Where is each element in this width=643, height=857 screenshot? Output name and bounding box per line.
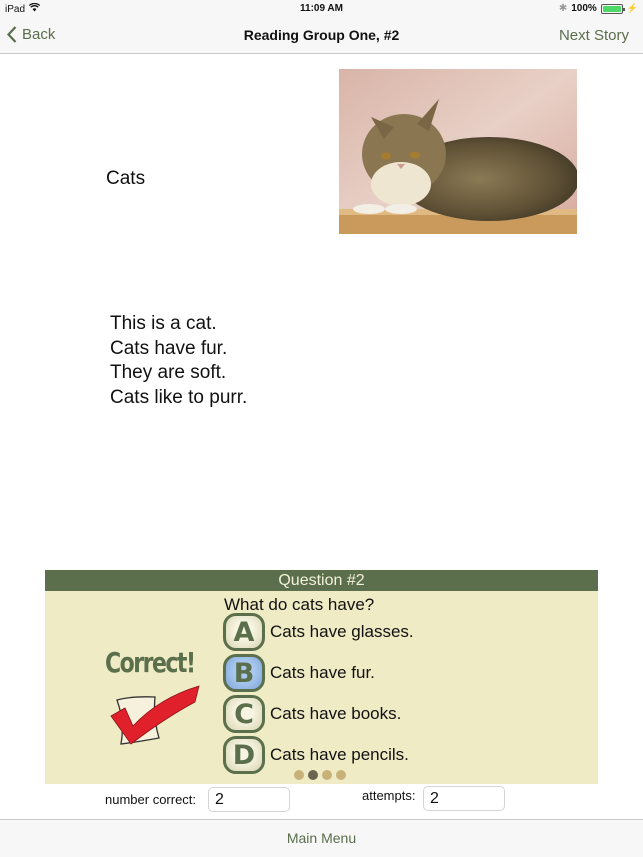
status-right: ✱ 100% ⚡ — [559, 3, 638, 14]
story-line: Cats like to purr. — [110, 386, 248, 408]
answer-option-c[interactable]: C Cats have books. — [223, 695, 401, 733]
bottom-toolbar: Main Menu — [0, 819, 643, 857]
charging-icon: ⚡ — [626, 3, 638, 13]
status-time: 11:09 AM — [300, 3, 343, 14]
number-correct-label: number correct: — [105, 792, 197, 807]
attempts-field[interactable]: 2 — [423, 786, 505, 811]
number-correct-field[interactable]: 2 — [208, 787, 290, 812]
page-dot[interactable] — [336, 770, 346, 780]
page-dot[interactable] — [294, 770, 304, 780]
page-dot[interactable] — [322, 770, 332, 780]
next-story-button[interactable]: Next Story — [559, 27, 629, 44]
answer-text: Cats have glasses. — [270, 622, 414, 641]
answer-option-d[interactable]: D Cats have pencils. — [223, 736, 409, 774]
answer-text: Cats have books. — [270, 704, 402, 723]
story-title: Cats — [106, 168, 146, 189]
question-header: Question #2 — [45, 570, 598, 591]
story-line: This is a cat. — [110, 313, 217, 334]
answer-text: Cats have pencils. — [270, 745, 409, 764]
question-text: What do cats have? — [224, 595, 375, 614]
story-line: They are soft. — [110, 362, 227, 383]
story-line: Cats have fur. — [110, 337, 228, 359]
battery-percent: 100% — [571, 3, 597, 14]
story-text: This is a cat. Cats have fur. They are s… — [110, 312, 247, 410]
page-indicator[interactable] — [294, 770, 346, 780]
answer-button-b[interactable]: B — [223, 654, 265, 692]
answer-button-c[interactable]: C — [223, 695, 265, 733]
answer-button-d[interactable]: D — [223, 736, 265, 774]
battery-fill — [602, 5, 621, 12]
quiz-panel: Question #2 What do cats have? Correct! … — [45, 570, 598, 784]
answer-button-a[interactable]: A — [223, 613, 265, 651]
status-bar: iPad 11:09 AM ✱ 100% ⚡ — [0, 0, 643, 18]
answer-option-b[interactable]: B Cats have fur. — [223, 654, 375, 692]
navigation-bar: Back Reading Group One, #2 Next Story — [0, 18, 643, 54]
correct-label: Correct! — [105, 648, 196, 680]
page-dot-current[interactable] — [308, 770, 318, 780]
page-title: Reading Group One, #2 — [243, 27, 400, 43]
checkmark-icon — [110, 685, 200, 745]
battery-icon — [600, 3, 625, 14]
back-label: Back — [22, 26, 56, 43]
answer-option-a[interactable]: A Cats have glasses. — [223, 613, 414, 651]
bluetooth-icon: ✱ — [558, 3, 568, 14]
cat-image — [339, 69, 577, 234]
answer-text: Cats have fur. — [270, 663, 375, 682]
attempts-label: attempts: — [362, 788, 416, 803]
back-button[interactable]: Back — [7, 26, 55, 43]
correct-feedback: Correct! — [105, 648, 205, 746]
chevron-left-icon — [7, 26, 17, 43]
main-menu-button[interactable]: Main Menu — [0, 830, 643, 846]
